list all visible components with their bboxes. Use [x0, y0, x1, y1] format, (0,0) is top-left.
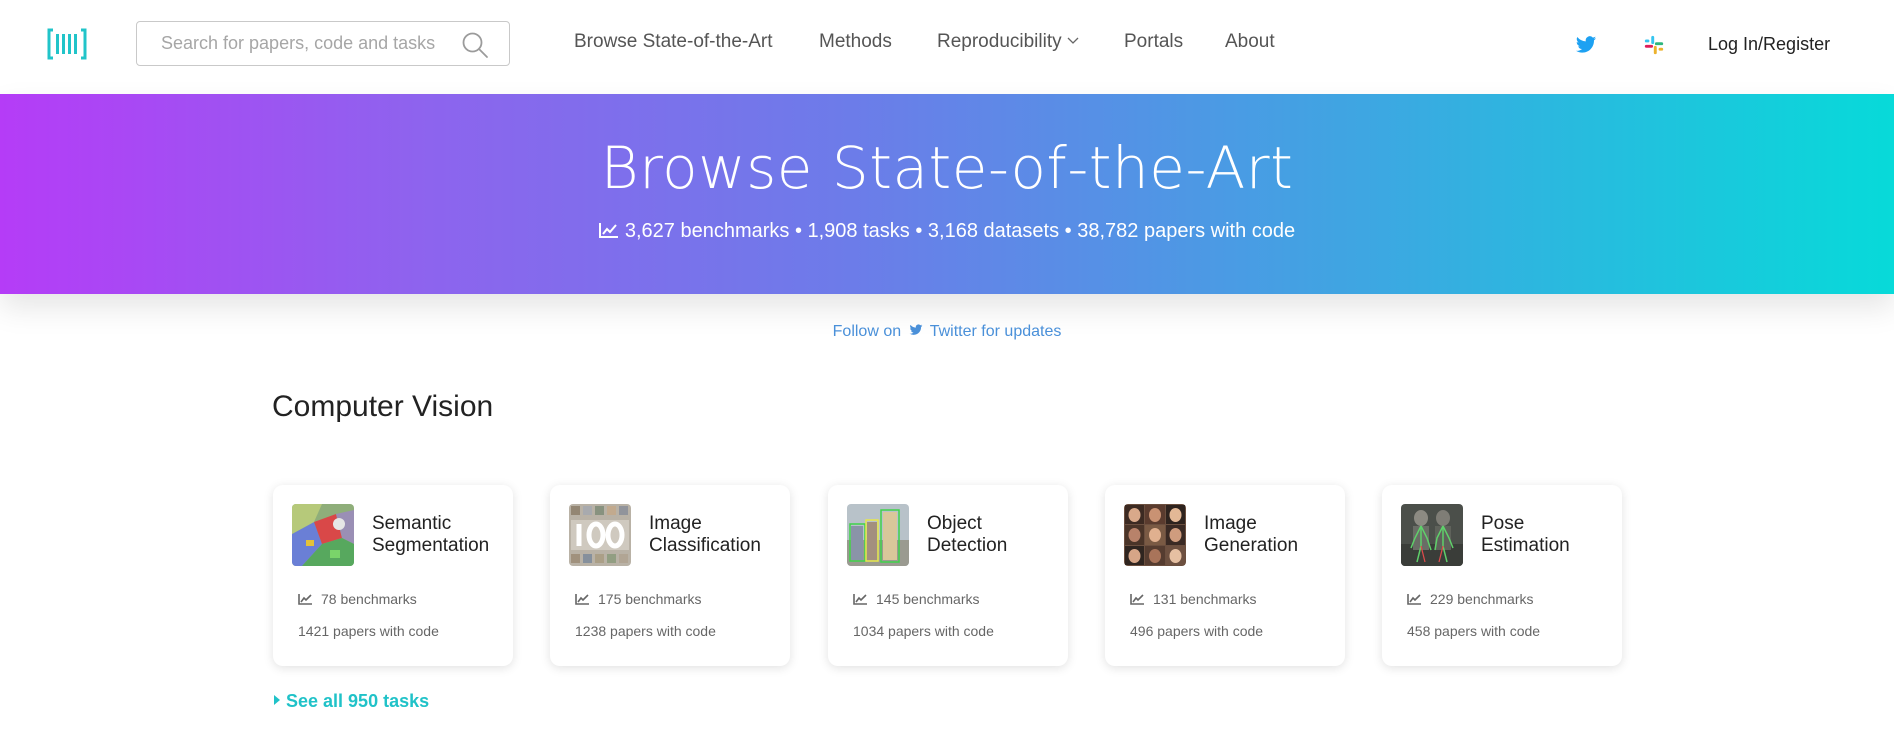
- task-benchmarks-text: 131 benchmarks: [1153, 591, 1257, 607]
- follow-prefix: Follow on: [832, 323, 902, 340]
- task-benchmarks: 78 benchmarks: [298, 591, 417, 607]
- line-chart-icon: [298, 594, 312, 605]
- nav-methods[interactable]: Methods: [819, 31, 892, 53]
- section-title: Computer Vision: [272, 390, 494, 423]
- logo-icon[interactable]: [47, 27, 87, 61]
- task-benchmarks: 229 benchmarks: [1407, 591, 1534, 607]
- task-thumbnail: [1401, 504, 1463, 566]
- task-papers: 1238 papers with code: [575, 623, 716, 639]
- line-chart-icon: [1407, 594, 1421, 605]
- task-title: Image Classification: [649, 513, 761, 556]
- chevron-down-icon: [1067, 37, 1079, 44]
- follow-suffix: Twitter for updates: [929, 323, 1062, 340]
- task-title: Pose Estimation: [1481, 513, 1570, 556]
- line-chart-icon: [1130, 594, 1144, 605]
- nav-browse-sota[interactable]: Browse State-of-the-Art: [574, 31, 773, 53]
- task-papers: 1421 papers with code: [298, 623, 439, 639]
- nav-reproducibility-label: Reproducibility: [937, 31, 1062, 52]
- follow-twitter-link[interactable]: Follow on Twitter for updates: [0, 323, 1894, 341]
- search-input[interactable]: [137, 22, 457, 65]
- line-chart-icon: [853, 594, 867, 605]
- hero-stats: 3,627 benchmarks • 1,908 tasks • 3,168 d…: [0, 220, 1894, 243]
- task-thumbnail: [569, 504, 631, 566]
- task-thumbnail: [1124, 504, 1186, 566]
- task-benchmarks-text: 175 benchmarks: [598, 591, 702, 607]
- nav-reproducibility[interactable]: Reproducibility: [937, 31, 1079, 53]
- task-benchmarks-text: 229 benchmarks: [1430, 591, 1534, 607]
- task-card[interactable]: Object Detection 145 benchmarks 1034 pap…: [828, 485, 1068, 666]
- nav-about[interactable]: About: [1225, 31, 1275, 53]
- task-papers: 458 papers with code: [1407, 623, 1541, 639]
- slack-icon[interactable]: [1643, 34, 1665, 56]
- task-card[interactable]: Image Generation 131 benchmarks 496 pape…: [1105, 485, 1345, 666]
- twitter-icon[interactable]: [1575, 34, 1597, 56]
- login-register-link[interactable]: Log In/Register: [1708, 34, 1830, 55]
- task-benchmarks: 145 benchmarks: [853, 591, 980, 607]
- nav-portals[interactable]: Portals: [1124, 31, 1183, 53]
- task-thumbnail: [292, 504, 354, 566]
- see-all-tasks-link[interactable]: See all 950 tasks: [274, 691, 429, 712]
- top-navbar: Browse State-of-the-Art Methods Reproduc…: [0, 0, 1894, 94]
- line-chart-icon: [575, 594, 589, 605]
- task-benchmarks-text: 145 benchmarks: [876, 591, 980, 607]
- task-title: Object Detection: [927, 513, 1008, 556]
- task-card[interactable]: Image Classification 175 benchmarks 1238…: [550, 485, 790, 666]
- task-benchmarks-text: 78 benchmarks: [321, 591, 417, 607]
- task-benchmarks: 131 benchmarks: [1130, 591, 1257, 607]
- page-title: Browse State-of-the-Art: [600, 134, 1294, 202]
- task-thumbnail: [847, 504, 909, 566]
- task-card[interactable]: Semantic Segmentation 78 benchmarks 1421…: [273, 485, 513, 666]
- line-chart-icon: [598, 223, 618, 238]
- search-box: [136, 21, 510, 66]
- caret-right-icon: [274, 695, 280, 705]
- task-benchmarks: 175 benchmarks: [575, 591, 702, 607]
- hero-stats-text: 3,627 benchmarks • 1,908 tasks • 3,168 d…: [624, 220, 1296, 242]
- task-card[interactable]: Pose Estimation 229 benchmarks 458 paper…: [1382, 485, 1622, 666]
- task-title: Image Generation: [1204, 513, 1299, 556]
- search-icon[interactable]: [461, 31, 489, 59]
- twitter-icon: [909, 324, 922, 335]
- task-title: Semantic Segmentation: [372, 513, 490, 556]
- task-papers: 496 papers with code: [1130, 623, 1264, 639]
- task-papers: 1034 papers with code: [853, 623, 994, 639]
- see-all-label: See all 950 tasks: [286, 691, 430, 711]
- hero-banner: Browse State-of-the-Art 3,627 benchmarks…: [0, 94, 1894, 294]
